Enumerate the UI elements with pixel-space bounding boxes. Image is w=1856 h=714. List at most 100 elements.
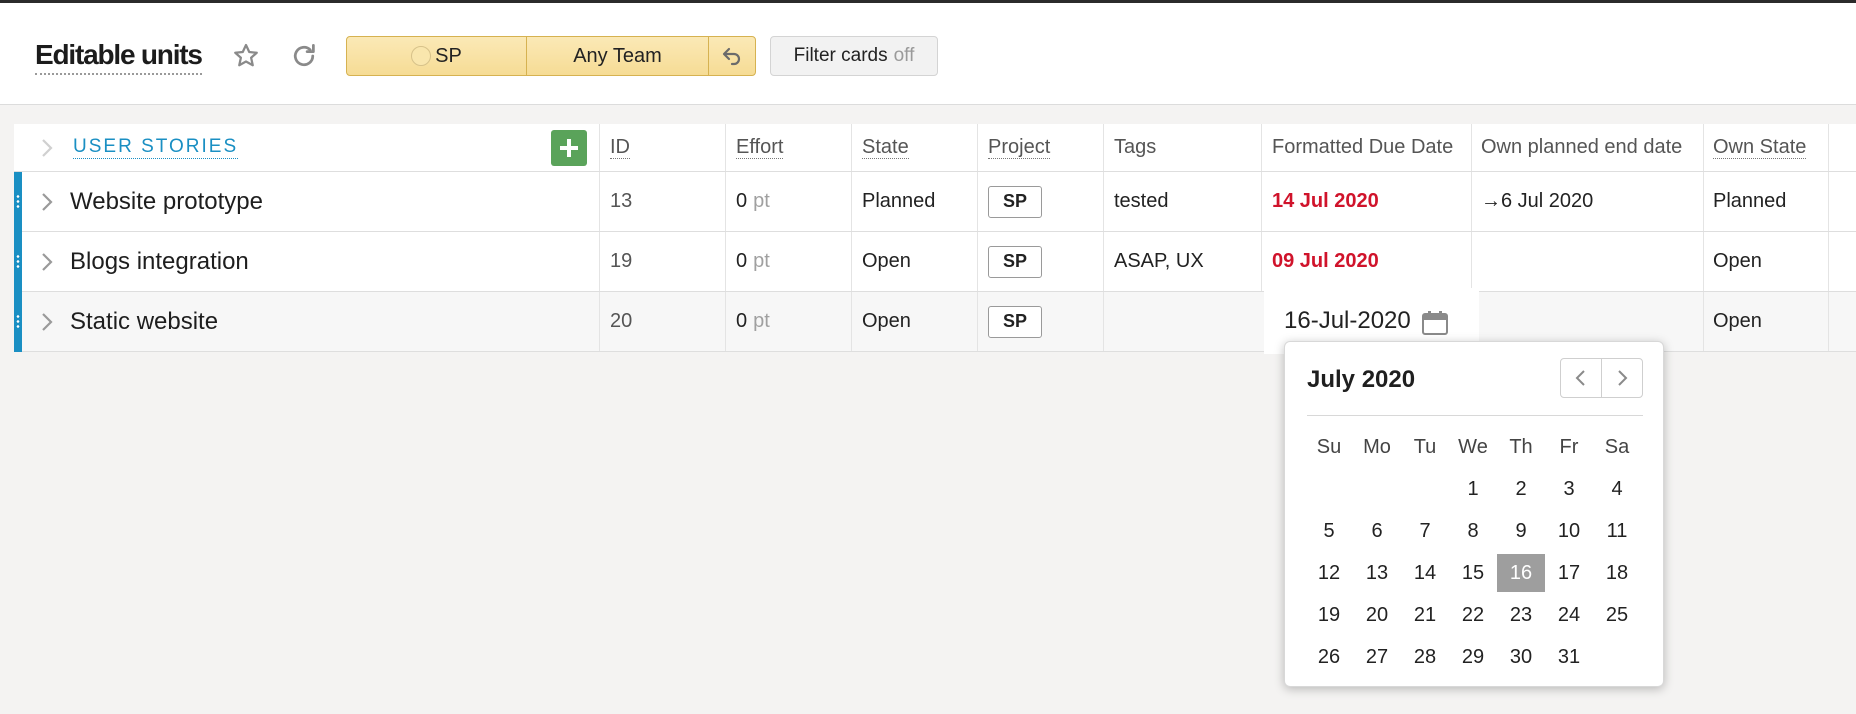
column-state[interactable]: State: [862, 136, 909, 159]
row-own-state[interactable]: Open: [1713, 232, 1762, 291]
empty-day: [1401, 468, 1449, 510]
row-effort[interactable]: 0 pt: [736, 292, 770, 351]
drag-handle[interactable]: [14, 232, 22, 292]
row-due-date[interactable]: 14 Jul 2020: [1272, 172, 1379, 231]
chevron-right-icon[interactable]: [38, 190, 56, 214]
calendar-day[interactable]: 4: [1593, 468, 1641, 510]
expand-all-icon[interactable]: [38, 136, 56, 160]
row-planned-end-date[interactable]: →6 Jul 2020: [1481, 172, 1593, 231]
row-tags[interactable]: ASAP, UX: [1114, 232, 1204, 291]
row-name[interactable]: Static website: [70, 292, 218, 351]
calendar-day[interactable]: 29: [1449, 636, 1497, 678]
chevron-right-icon[interactable]: [38, 310, 56, 334]
user-stories-link[interactable]: USER STORIES: [73, 136, 239, 159]
context-selector: SP Any Team: [346, 36, 756, 76]
row-own-state[interactable]: Open: [1713, 292, 1762, 351]
team-selector[interactable]: Any Team: [527, 37, 709, 75]
effort-value: 0: [736, 190, 748, 212]
calendar-day[interactable]: 27: [1353, 636, 1401, 678]
calendar-day[interactable]: 15: [1449, 552, 1497, 594]
calendar-day[interactable]: 12: [1305, 552, 1353, 594]
next-month-button[interactable]: [1602, 359, 1643, 397]
calendar-grid: Su Mo Tu We Th Fr Sa 1 2 3 4 5 6 7 8 9 10 11 12 13 14 15 16 17 1…: [1305, 426, 1645, 678]
calendar-day[interactable]: 6: [1353, 510, 1401, 552]
calendar-day[interactable]: 11: [1593, 510, 1641, 552]
table-row[interactable]: Website prototype 13 0 pt Planned SP test…: [14, 172, 1856, 232]
calendar-day[interactable]: 7: [1401, 510, 1449, 552]
calendar-day[interactable]: 8: [1449, 510, 1497, 552]
table-row[interactable]: Blogs integration 19 0 pt Open SP ASAP, U…: [14, 232, 1856, 292]
row-name[interactable]: Blogs integration: [70, 232, 249, 291]
calendar-day[interactable]: 14: [1401, 552, 1449, 594]
filter-cards-button[interactable]: Filter cards off: [770, 36, 938, 76]
calendar-day[interactable]: 9: [1497, 510, 1545, 552]
undo-icon: [722, 47, 741, 66]
calendar-day[interactable]: 24: [1545, 594, 1593, 636]
project-badge[interactable]: SP: [988, 305, 1042, 338]
calendar-day[interactable]: 23: [1497, 594, 1545, 636]
calendar-day[interactable]: 13: [1353, 552, 1401, 594]
chevron-right-icon[interactable]: [38, 250, 56, 274]
calendar-day[interactable]: 17: [1545, 552, 1593, 594]
column-project[interactable]: Project: [988, 136, 1051, 159]
row-tags[interactable]: tested: [1114, 172, 1168, 231]
date-picker-popup: July 2020 Su Mo Tu We Th Fr Sa 1 2 3 4 5 6 7 8 9 10 11 12 1…: [1284, 341, 1664, 687]
refresh-icon[interactable]: [289, 41, 319, 71]
calendar-day[interactable]: 3: [1545, 468, 1593, 510]
column-tags[interactable]: Tags: [1114, 136, 1156, 159]
project-selector-label: SP: [435, 44, 462, 67]
prev-month-button[interactable]: [1561, 359, 1602, 397]
row-own-state[interactable]: Planned: [1713, 172, 1786, 231]
project-badge[interactable]: SP: [988, 185, 1042, 218]
empty-day: [1353, 468, 1401, 510]
effort-unit: pt: [753, 310, 770, 332]
calendar-day[interactable]: 20: [1353, 594, 1401, 636]
project-badge[interactable]: SP: [988, 245, 1042, 278]
column-own-planned-end-date[interactable]: Own planned end date: [1481, 136, 1682, 159]
weekday-header: Tu: [1413, 435, 1437, 458]
project-selector[interactable]: SP: [347, 37, 527, 75]
calendar-day[interactable]: 18: [1593, 552, 1641, 594]
weekday-header: Su: [1316, 435, 1342, 458]
calendar-day[interactable]: 1: [1449, 468, 1497, 510]
calendar-day-selected[interactable]: 16: [1497, 554, 1545, 592]
calendar-day[interactable]: 2: [1497, 468, 1545, 510]
calendar-day[interactable]: 31: [1545, 636, 1593, 678]
column-effort[interactable]: Effort: [736, 136, 784, 159]
divider: [1307, 415, 1643, 416]
due-date-input-value: 16-Jul-2020: [1284, 307, 1411, 334]
row-state[interactable]: Planned: [862, 172, 935, 231]
calendar-day[interactable]: 21: [1401, 594, 1449, 636]
row-name[interactable]: Website prototype: [70, 172, 263, 231]
weekday-header: We: [1458, 435, 1488, 458]
row-effort[interactable]: 0 pt: [736, 232, 770, 291]
effort-value: 0: [736, 310, 748, 332]
calendar-day[interactable]: 5: [1305, 510, 1353, 552]
calendar-day[interactable]: 19: [1305, 594, 1353, 636]
calendar-day[interactable]: 26: [1305, 636, 1353, 678]
row-effort[interactable]: 0 pt: [736, 172, 770, 231]
drag-handle[interactable]: [14, 172, 22, 232]
row-due-date[interactable]: 09 Jul 2020: [1272, 232, 1379, 291]
calendar-day[interactable]: 28: [1401, 636, 1449, 678]
weekday-header: Mo: [1363, 435, 1391, 458]
page-title[interactable]: Editable units: [35, 39, 203, 75]
column-own-state[interactable]: Own State: [1713, 136, 1807, 159]
add-user-story-button[interactable]: [551, 130, 587, 166]
column-formatted-due-date[interactable]: Formatted Due Date: [1272, 136, 1453, 159]
calendar-day[interactable]: 10: [1545, 510, 1593, 552]
row-state[interactable]: Open: [862, 292, 911, 351]
calendar-day[interactable]: 30: [1497, 636, 1545, 678]
top-bar: Editable units SP Any Team Filter cards …: [0, 0, 1856, 105]
calendar-day[interactable]: 25: [1593, 594, 1641, 636]
project-color-icon: [411, 46, 432, 66]
effort-unit: pt: [753, 190, 770, 212]
calendar-icon[interactable]: [1421, 310, 1449, 336]
drag-handle[interactable]: [14, 292, 22, 352]
undo-context-button[interactable]: [709, 37, 755, 75]
row-state[interactable]: Open: [862, 232, 911, 291]
user-stories-grid: USER STORIES ID Effort State Project Tag…: [14, 124, 1856, 352]
star-icon[interactable]: [231, 41, 261, 71]
calendar-day[interactable]: 22: [1449, 594, 1497, 636]
column-id[interactable]: ID: [610, 136, 630, 159]
